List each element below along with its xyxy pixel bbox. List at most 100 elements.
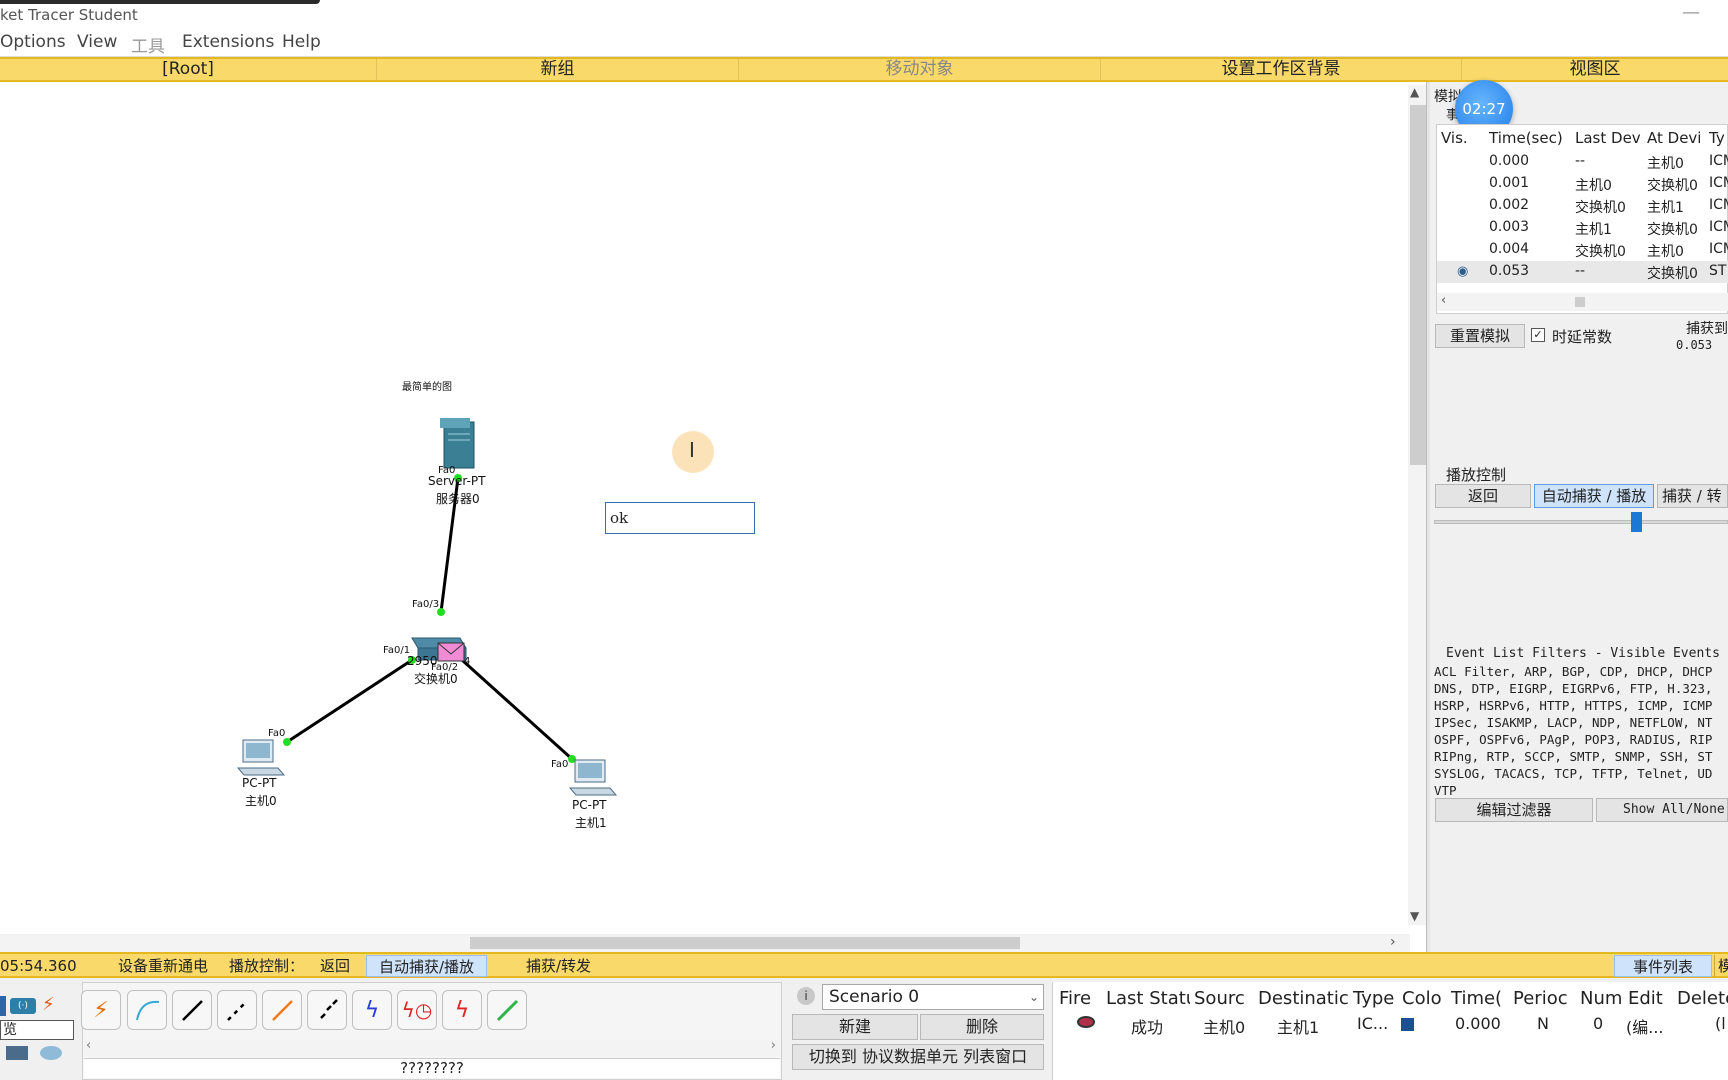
filters-line: DNS, DTP, EIGRP, EIGRPv6, FTP, H.323,	[1434, 681, 1713, 696]
minimize-icon[interactable]: —	[1682, 2, 1700, 23]
event-row[interactable]: 0.003 主机1 交换机0 ICM	[1437, 217, 1728, 239]
crossover-cable-icon[interactable]	[217, 990, 257, 1030]
power-cycle-button[interactable]: 设备重新通电	[118, 955, 208, 977]
event-header-vis[interactable]: Vis.	[1441, 129, 1468, 147]
reset-simulation-button[interactable]: 重置模拟	[1435, 324, 1525, 348]
event-row[interactable]: 0.000 -- 主机0 ICM	[1437, 151, 1728, 173]
playback-speed-slider-thumb[interactable]	[1631, 512, 1642, 532]
move-object-button[interactable]: 移动对象	[739, 59, 1101, 80]
constant-delay-checkbox[interactable]: ✓	[1531, 328, 1545, 342]
pdu-header-destination[interactable]: Destinatic	[1258, 988, 1348, 1009]
event-row-selected[interactable]: ◉ 0.053 -- 交换机0 ST	[1437, 261, 1728, 283]
pc0-icon[interactable]	[236, 739, 286, 776]
event-row[interactable]: 0.001 主机0 交换机0 ICM	[1437, 173, 1728, 195]
horizontal-scroll-thumb[interactable]	[470, 937, 1020, 949]
link-switch-pc1[interactable]	[460, 658, 574, 761]
pdu-header-color[interactable]: Colo	[1402, 988, 1442, 1009]
vertical-scroll-thumb[interactable]	[1410, 105, 1426, 465]
event-header-type[interactable]: Ty	[1709, 129, 1725, 147]
status-auto-capture-button[interactable]: 自动捕获/播放	[366, 955, 488, 977]
fiber-cable-icon[interactable]	[262, 990, 302, 1030]
console-cable-icon[interactable]	[127, 990, 167, 1030]
phone-cable-icon[interactable]	[307, 990, 347, 1030]
server-icon[interactable]	[440, 418, 475, 469]
pdu-header-fire[interactable]: Fire	[1059, 988, 1091, 1009]
chevron-down-icon[interactable]: ⌄	[1029, 985, 1039, 1009]
status-back-button[interactable]: 返回	[320, 955, 350, 977]
viewport-button[interactable]: 视图区	[1462, 59, 1728, 80]
capture-forward-button[interactable]: 捕获 / 转	[1657, 484, 1728, 508]
delete-scenario-button[interactable]: 删除	[920, 1014, 1044, 1040]
fire-indicator-icon[interactable]	[1077, 1016, 1095, 1028]
scroll-right-icon[interactable]: ›	[1390, 934, 1396, 950]
event-time: 0.053	[1489, 263, 1530, 279]
workspace-horizontal-scrollbar[interactable]: ›	[0, 934, 1410, 952]
pdu-header-num[interactable]: Num	[1580, 988, 1622, 1009]
scroll-up-icon[interactable]: ▲	[1410, 85, 1419, 99]
pdu-header-time[interactable]: Time(	[1451, 988, 1502, 1009]
event-row[interactable]: 0.002 交换机0 主机1 ICM	[1437, 195, 1728, 217]
connection-types-scrollbar[interactable]: ‹ ›	[84, 1038, 780, 1056]
canvas-title-note[interactable]: 最简单的图	[402, 378, 452, 393]
status-capture-forward-button[interactable]: 捕获/转发	[526, 955, 591, 977]
pc1-model-label: PC-PT	[572, 798, 607, 812]
event-row[interactable]: 0.004 交换机0 主机0 ICM	[1437, 239, 1728, 261]
simulation-mode-tab[interactable]: 模	[1714, 955, 1728, 977]
menu-options[interactable]: Options	[0, 32, 66, 52]
wan-emulation-category-icon[interactable]	[40, 1046, 62, 1060]
scroll-down-icon[interactable]: ▼	[1410, 909, 1419, 923]
new-scenario-button[interactable]: 新建	[792, 1014, 918, 1040]
show-all-none-button[interactable]: Show All/None	[1596, 798, 1728, 822]
playback-control-label: 播放控制：	[229, 957, 305, 975]
pdu-delete-link[interactable]: (l	[1715, 1014, 1726, 1033]
workspace-vertical-scrollbar[interactable]: ▲ ▼	[1408, 85, 1426, 925]
scroll-right-icon[interactable]: ›	[771, 1038, 776, 1053]
event-header-time[interactable]: Time(sec)	[1489, 129, 1563, 147]
menu-view[interactable]: View	[77, 32, 117, 52]
pdu-header-last-status[interactable]: Last Statu	[1106, 988, 1190, 1009]
scroll-left-icon[interactable]: ‹	[1441, 293, 1446, 308]
pdu-header-periodic[interactable]: Perioc	[1513, 988, 1568, 1009]
pc1-icon[interactable]	[568, 759, 618, 796]
wireless-category-icon[interactable]: (·)	[10, 998, 36, 1014]
pdu-header-source[interactable]: Sourc	[1194, 988, 1246, 1009]
event-header-last-device[interactable]: Last Dev	[1575, 129, 1641, 147]
event-list-tab[interactable]: 事件列表	[1614, 955, 1713, 977]
set-background-button[interactable]: 设置工作区背景	[1101, 59, 1462, 80]
new-cluster-button[interactable]: 新组	[377, 59, 739, 80]
end-devices-category-icon[interactable]	[6, 1046, 28, 1060]
switch-pdu-list-button[interactable]: 切换到 协议数据单元 列表窗口	[792, 1044, 1044, 1070]
serial-dce-cable-icon[interactable]: ϟ◷	[397, 990, 437, 1030]
straight-through-cable-icon[interactable]	[172, 990, 212, 1030]
root-button[interactable]: [Root]	[0, 59, 377, 80]
router-category-icon[interactable]	[0, 996, 6, 1016]
info-icon[interactable]: i	[797, 987, 815, 1005]
octal-cable-icon[interactable]	[487, 990, 527, 1030]
back-button[interactable]: 返回	[1435, 484, 1531, 508]
playback-speed-slider[interactable]	[1434, 520, 1728, 524]
auto-connection-icon[interactable]: ⚡	[81, 990, 121, 1030]
device-type-field[interactable]: 览	[0, 1020, 74, 1040]
pdu-edit-link[interactable]: (编...	[1626, 1014, 1664, 1038]
eye-icon[interactable]: ◉	[1457, 264, 1468, 279]
scroll-left-icon[interactable]: ‹	[86, 1038, 91, 1053]
canvas-text-note-input[interactable]: ok	[605, 502, 755, 534]
serial-dte-cable-icon[interactable]: ϟ	[442, 990, 482, 1030]
auto-capture-play-button[interactable]: 自动捕获 / 播放	[1534, 484, 1654, 508]
pdu-header-edit[interactable]: Edit	[1628, 988, 1663, 1009]
scenario-select[interactable]: Scenario 0 ⌄	[822, 984, 1044, 1010]
event-header-at-device[interactable]: At Devi	[1647, 129, 1701, 147]
edit-filters-button[interactable]: 编辑过滤器	[1435, 798, 1593, 822]
event-table-scroll-thumb[interactable]	[1575, 297, 1585, 307]
link-switch-pc0[interactable]	[286, 658, 413, 744]
menu-help[interactable]: Help	[282, 32, 321, 52]
menu-tools[interactable]: 工具	[131, 32, 165, 57]
pdu-header-delete[interactable]: Delete	[1677, 988, 1728, 1009]
event-table-hscrollbar[interactable]: ‹	[1437, 293, 1728, 311]
pdu-header-type[interactable]: Type	[1353, 988, 1394, 1009]
pdu-envelope-icon[interactable]	[437, 642, 465, 662]
connections-category-icon[interactable]: ⚡	[42, 994, 55, 1015]
pdu-row[interactable]: 成功 主机0 主机1 IC... 0.000 N 0 (编... (l	[1053, 1012, 1728, 1038]
coaxial-cable-icon[interactable]: ϟ	[352, 990, 392, 1030]
menu-extensions[interactable]: Extensions	[182, 32, 274, 52]
